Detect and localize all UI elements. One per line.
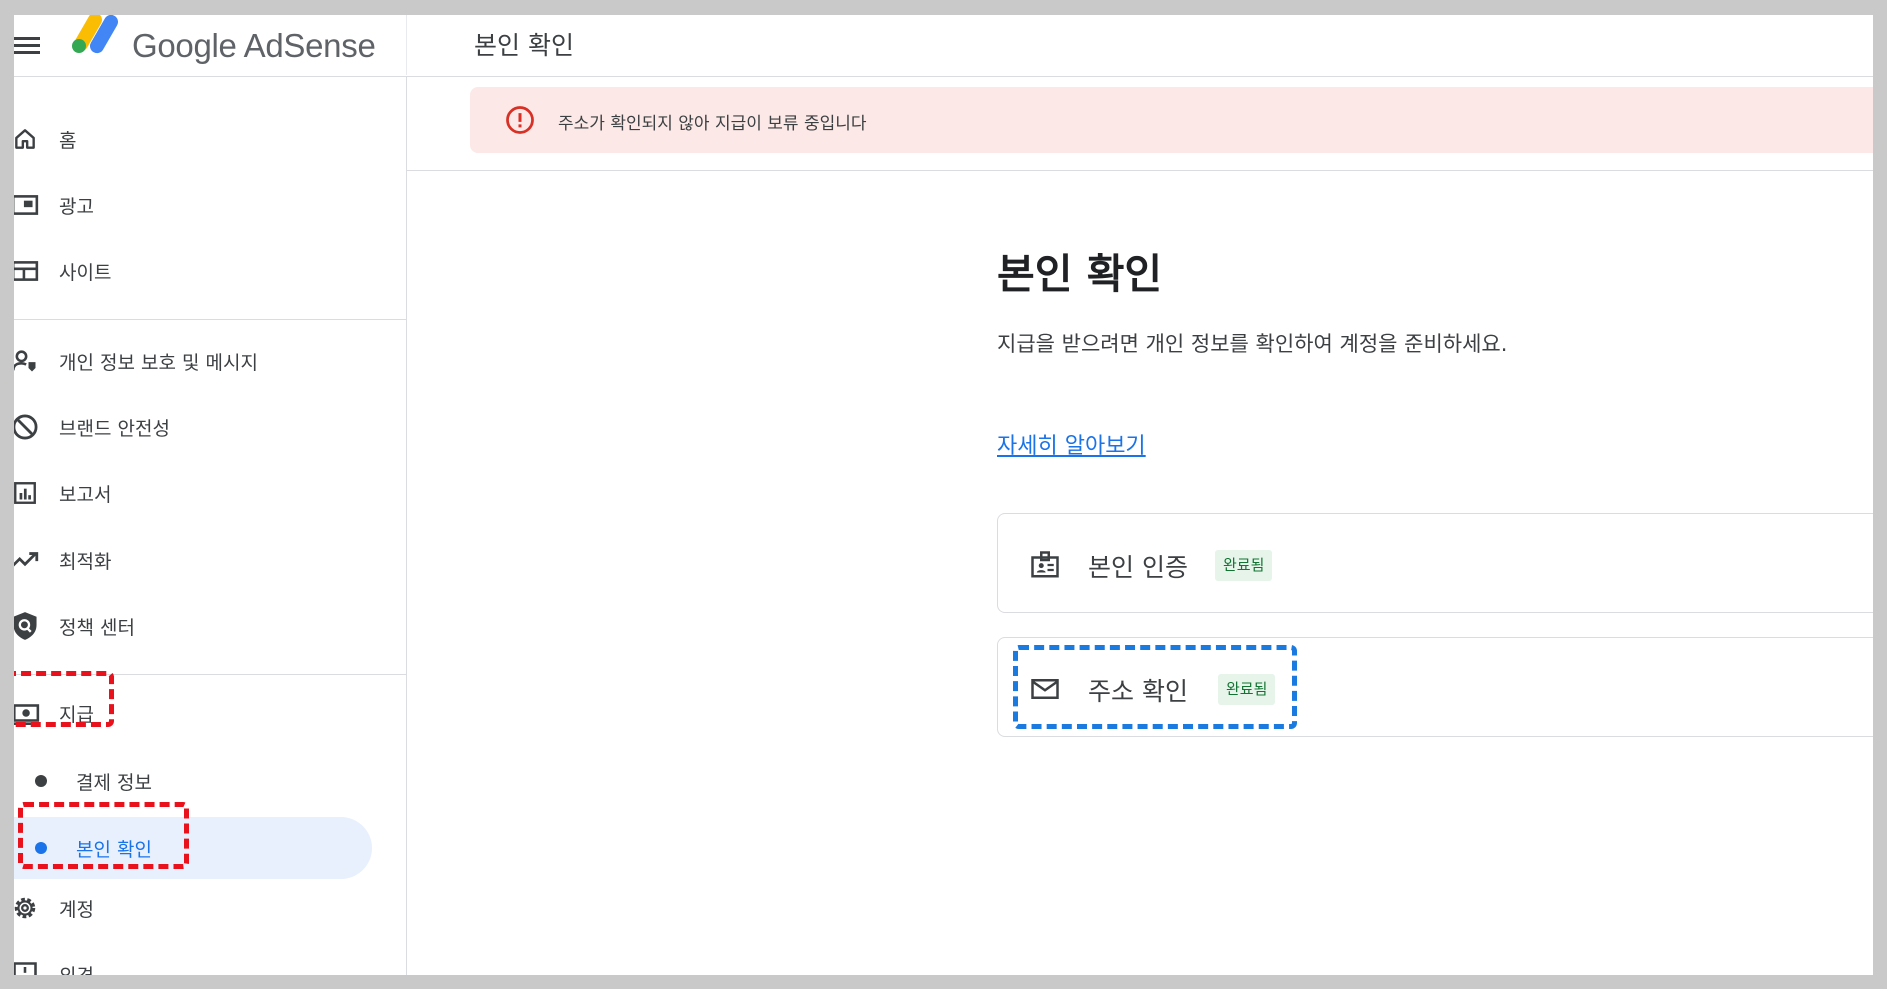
sidebar-divider xyxy=(14,674,406,675)
sites-icon xyxy=(14,256,40,286)
sidebar-item-feedback[interactable]: 의견 xyxy=(14,948,386,975)
sidebar-item-reports[interactable]: 보고서 xyxy=(14,467,386,519)
sidebar-item-brand-safety[interactable]: 브랜드 안전성 xyxy=(14,401,386,453)
sidebar-item-label: 사이트 xyxy=(59,261,112,284)
card-label: 본인 인증 xyxy=(1088,553,1188,582)
header-divider xyxy=(406,15,407,75)
brand-name: Google AdSense xyxy=(132,27,376,64)
sidebar-item-label: 정책 센터 xyxy=(59,616,135,639)
payment-hold-alert: 주소가 확인되지 않아 지급이 보류 중입니다 xyxy=(470,87,1873,153)
address-verification-card[interactable]: 주소 확인 완료됨 xyxy=(997,637,1873,737)
feedback-icon xyxy=(14,959,40,975)
mail-icon xyxy=(1030,674,1060,704)
section-title: 본인 확인 xyxy=(997,250,1163,298)
error-icon xyxy=(505,105,535,139)
sidebar-item-sites[interactable]: 사이트 xyxy=(14,245,386,297)
alert-region: 주소가 확인되지 않아 지급이 보류 중입니다 xyxy=(407,77,1873,171)
ads-icon xyxy=(14,190,40,220)
bar-chart-icon xyxy=(14,478,40,508)
adsense-logo-icon xyxy=(69,15,119,55)
status-badge: 완료됨 xyxy=(1218,674,1276,705)
sidebar-item-label: 브랜드 안전성 xyxy=(59,417,170,440)
sidebar-item-optimization[interactable]: 최적화 xyxy=(14,534,386,586)
policy-shield-icon xyxy=(14,611,40,641)
payments-icon xyxy=(14,698,40,728)
sidebar-item-label: 의견 xyxy=(59,961,94,976)
gear-icon xyxy=(14,893,40,923)
status-badge: 완료됨 xyxy=(1215,550,1273,581)
card-label: 주소 확인 xyxy=(1088,677,1188,706)
sidebar-item-ads[interactable]: 광고 xyxy=(14,179,386,231)
sidebar-item-label: 계정 xyxy=(59,898,94,921)
hamburger-menu-icon[interactable] xyxy=(14,31,44,61)
top-app-bar: Google AdSense 본인 확인 xyxy=(14,15,1873,77)
sidebar-subitem-label: 결제 정보 xyxy=(76,771,152,794)
identity-verification-card[interactable]: 본인 인증 완료됨 xyxy=(997,513,1873,613)
app-window: Google AdSense 본인 확인 홈 광고 사이트 개인 정보 보호 및… xyxy=(14,15,1873,975)
sidebar-item-privacy-messaging[interactable]: 개인 정보 보호 및 메시지 xyxy=(14,335,386,387)
sidebar-item-home[interactable]: 홈 xyxy=(14,113,386,165)
home-icon xyxy=(14,124,40,154)
sidebar-item-account[interactable]: 계정 xyxy=(14,882,386,934)
section-description: 지급을 받으려면 개인 정보를 확인하여 계정을 준비하세요. xyxy=(997,332,1508,356)
sidebar-item-label: 지급 xyxy=(59,703,94,726)
sidebar-item-policy-center[interactable]: 정책 센터 xyxy=(14,600,386,652)
id-badge-icon xyxy=(1030,550,1060,580)
sidebar-subitem-verification[interactable]: 본인 확인 xyxy=(14,817,372,879)
trending-up-icon xyxy=(14,545,40,575)
sidebar-item-label: 최적화 xyxy=(59,550,112,573)
sidebar-item-label: 홈 xyxy=(59,129,77,152)
block-icon xyxy=(14,412,40,442)
learn-more-link[interactable]: 자세히 알아보기 xyxy=(997,428,1146,460)
sidebar-item-payments[interactable]: 지급 xyxy=(14,687,386,739)
sidebar-divider xyxy=(14,319,406,320)
bullet-icon xyxy=(35,842,47,854)
alert-message: 주소가 확인되지 않아 지급이 보류 중입니다 xyxy=(558,114,867,134)
bullet-icon xyxy=(35,775,47,787)
sidebar-nav: 홈 광고 사이트 개인 정보 보호 및 메시지 브랜드 안전성 보고서 최적화 xyxy=(14,77,407,975)
sidebar-item-label: 보고서 xyxy=(59,483,112,506)
sidebar-subitem-payment-info[interactable]: 결제 정보 xyxy=(14,750,372,812)
sidebar-subitem-label: 본인 확인 xyxy=(76,838,152,861)
privacy-messaging-icon xyxy=(14,346,40,376)
page-title: 본인 확인 xyxy=(474,31,574,60)
sidebar-item-label: 개인 정보 보호 및 메시지 xyxy=(59,351,258,374)
sidebar-item-label: 광고 xyxy=(59,195,94,218)
